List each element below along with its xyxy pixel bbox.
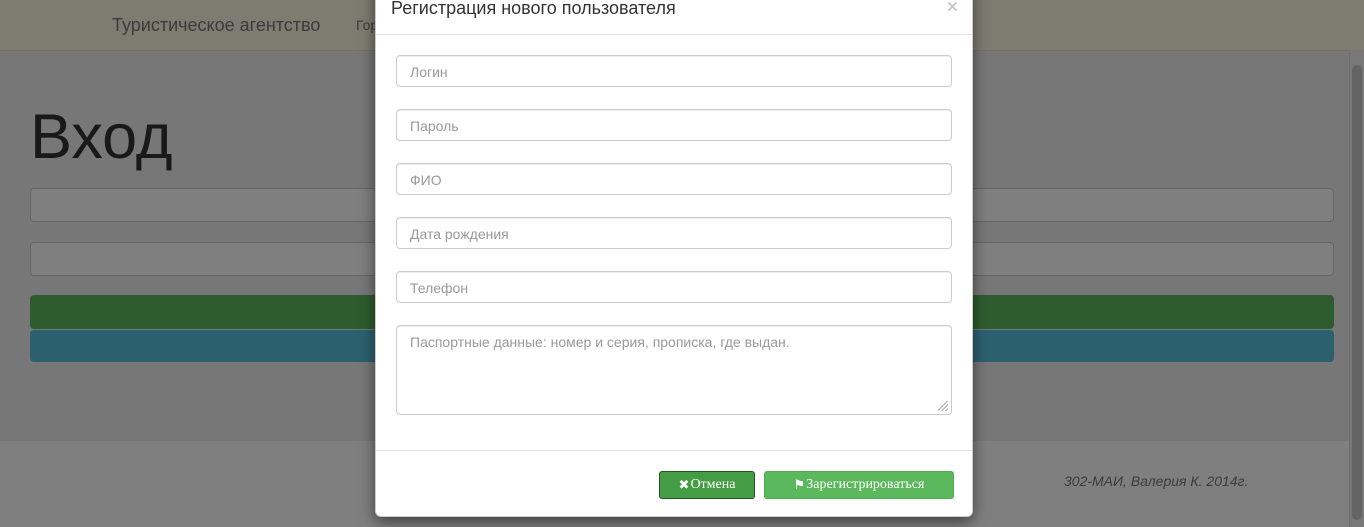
flag-icon: ⚑ xyxy=(793,477,806,493)
password-field-placeholder: Пароль xyxy=(410,118,459,134)
register-button-label: Зарегистрироваться xyxy=(806,477,925,492)
resize-handle-icon[interactable] xyxy=(938,401,948,411)
modal-footer: ✖ Отмена ⚑ Зарегистрироваться xyxy=(376,450,972,518)
login-field[interactable]: Логин xyxy=(396,55,952,87)
modal-header: Регистрация нового пользователя × xyxy=(376,0,972,35)
phone-field[interactable]: Телефон xyxy=(396,271,952,303)
passport-textarea-placeholder: Паспортные данные: номер и серия, пропис… xyxy=(410,334,790,350)
cancel-button[interactable]: ✖ Отмена xyxy=(659,471,755,499)
passport-textarea[interactable]: Паспортные данные: номер и серия, пропис… xyxy=(396,325,952,415)
fullname-field[interactable]: ФИО xyxy=(396,163,952,195)
registration-modal: Регистрация нового пользователя × Логин … xyxy=(375,0,973,517)
password-field[interactable]: Пароль xyxy=(396,109,952,141)
birthdate-field[interactable]: Дата рождения xyxy=(396,217,952,249)
phone-field-placeholder: Телефон xyxy=(410,280,469,296)
login-field-placeholder: Логин xyxy=(410,64,448,80)
register-button[interactable]: ⚑ Зарегистрироваться xyxy=(764,471,954,499)
fullname-field-placeholder: ФИО xyxy=(410,172,442,188)
modal-title: Регистрация нового пользователя xyxy=(391,0,676,18)
cancel-button-label: Отмена xyxy=(690,477,736,492)
close-x-icon: ✖ xyxy=(678,477,690,493)
close-icon[interactable]: × xyxy=(947,0,958,17)
birthdate-field-placeholder: Дата рождения xyxy=(410,226,509,242)
